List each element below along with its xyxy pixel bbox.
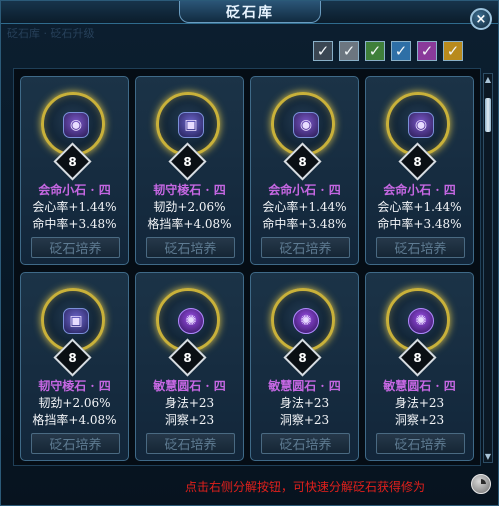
stone-card[interactable]: ✺ 8 敏慧圆石 · 四 身法+23 洞察+23 砭石培养 bbox=[135, 272, 244, 461]
stone-stat-1: 会心率+1.44% bbox=[262, 200, 347, 214]
stone-stat-2: 格挡率+4.08% bbox=[147, 217, 232, 231]
stone-card[interactable]: ◉ 8 会命小石 · 四 会心率+1.44% 命中率+3.48% 砭石培养 bbox=[250, 76, 359, 265]
tree-stone-icon: ✺ bbox=[293, 308, 319, 334]
stone-name: 敏慧圆石 · 四 bbox=[268, 379, 341, 393]
stone-stat-1: 会心率+1.44% bbox=[32, 200, 117, 214]
stone-stat-2: 洞察+23 bbox=[164, 413, 215, 427]
cultivate-button[interactable]: 砭石培养 bbox=[376, 433, 465, 454]
scroll-down-arrow-icon[interactable]: ▼ bbox=[484, 452, 492, 462]
stone-stat-1: 身法+23 bbox=[279, 396, 330, 410]
cultivate-button[interactable]: 砭石培养 bbox=[261, 433, 350, 454]
stone-stat-1: 韧劲+2.06% bbox=[38, 396, 111, 410]
stone-stat-2: 命中率+3.48% bbox=[377, 217, 462, 231]
close-button[interactable]: × bbox=[470, 8, 492, 30]
scroll-up-arrow-icon[interactable]: ▲ bbox=[484, 75, 492, 85]
stone-card[interactable]: ✺ 8 敏慧圆石 · 四 身法+23 洞察+23 砭石培养 bbox=[365, 272, 474, 461]
stone-library-window: 砭石库 砭石库 · 砭石升级 × ✓ ✓ ✓ ✓ ✓ ✓ ◉ 8 会命小石 · … bbox=[0, 0, 499, 506]
quality-filter-group: ✓ ✓ ✓ ✓ ✓ ✓ bbox=[313, 41, 463, 61]
filter-checkbox-blue[interactable]: ✓ bbox=[391, 41, 411, 61]
stone-card[interactable]: ▣ 8 韧守棱石 · 四 韧劲+2.06% 格挡率+4.08% 砭石培养 bbox=[20, 272, 129, 461]
title-plate: 砭石库 bbox=[179, 1, 321, 23]
level-number: 8 bbox=[298, 350, 307, 365]
stone-card[interactable]: ◉ 8 会命小石 · 四 会心率+1.44% 命中率+3.48% 砭石培养 bbox=[20, 76, 129, 265]
stone-name: 韧守棱石 · 四 bbox=[38, 379, 111, 393]
title-bar: 砭石库 bbox=[1, 1, 498, 24]
stone-stat-2: 命中率+3.48% bbox=[262, 217, 347, 231]
cultivate-button[interactable]: 砭石培养 bbox=[376, 237, 465, 258]
filter-checkbox-purple[interactable]: ✓ bbox=[417, 41, 437, 61]
window-title: 砭石库 bbox=[226, 4, 274, 21]
stone-stat-2: 洞察+23 bbox=[394, 413, 445, 427]
stone-card[interactable]: ◉ 8 会命小石 · 四 会心率+1.44% 命中率+3.48% 砭石培养 bbox=[365, 76, 474, 265]
cube-stone-icon: ▣ bbox=[63, 308, 89, 334]
level-number: 8 bbox=[413, 154, 422, 169]
filter-checkbox-grey[interactable]: ✓ bbox=[313, 41, 333, 61]
decompose-button[interactable] bbox=[471, 474, 491, 494]
stone-name: 会命小石 · 四 bbox=[383, 183, 456, 197]
decompose-hint-text: 点击右侧分解按钮，可快速分解砭石获得修为 bbox=[185, 480, 426, 494]
stone-stat-2: 格挡率+4.08% bbox=[32, 413, 117, 427]
level-number: 8 bbox=[68, 350, 77, 365]
stone-name: 会命小石 · 四 bbox=[268, 183, 341, 197]
level-number: 8 bbox=[183, 350, 192, 365]
background-tab-text: 砭石库 · 砭石升级 bbox=[7, 27, 95, 40]
stone-grid-panel: ◉ 8 会命小石 · 四 会心率+1.44% 命中率+3.48% 砭石培养 ▣ … bbox=[13, 68, 481, 466]
stone-stat-2: 命中率+3.48% bbox=[32, 217, 117, 231]
cube-stone-icon: ▣ bbox=[178, 112, 204, 138]
cultivate-button[interactable]: 砭石培养 bbox=[31, 237, 120, 258]
level-number: 8 bbox=[183, 154, 192, 169]
cultivate-button[interactable]: 砭石培养 bbox=[261, 237, 350, 258]
cultivate-button[interactable]: 砭石培养 bbox=[146, 237, 235, 258]
filter-checkbox-gold[interactable]: ✓ bbox=[443, 41, 463, 61]
filter-checkbox-white[interactable]: ✓ bbox=[339, 41, 359, 61]
tree-stone-icon: ✺ bbox=[408, 308, 434, 334]
shield-stone-icon: ◉ bbox=[63, 112, 89, 138]
stone-stat-2: 洞察+23 bbox=[279, 413, 330, 427]
stone-name: 敏慧圆石 · 四 bbox=[383, 379, 456, 393]
shield-stone-icon: ◉ bbox=[408, 112, 434, 138]
level-number: 8 bbox=[68, 154, 77, 169]
filter-checkbox-green[interactable]: ✓ bbox=[365, 41, 385, 61]
level-number: 8 bbox=[413, 350, 422, 365]
stone-name: 敏慧圆石 · 四 bbox=[153, 379, 226, 393]
tree-stone-icon: ✺ bbox=[178, 308, 204, 334]
stone-card[interactable]: ✺ 8 敏慧圆石 · 四 身法+23 洞察+23 砭石培养 bbox=[250, 272, 359, 461]
stone-stat-1: 韧劲+2.06% bbox=[153, 200, 226, 214]
stone-stat-1: 身法+23 bbox=[164, 396, 215, 410]
stone-card[interactable]: ▣ 8 韧守棱石 · 四 韧劲+2.06% 格挡率+4.08% 砭石培养 bbox=[135, 76, 244, 265]
cultivate-button[interactable]: 砭石培养 bbox=[146, 433, 235, 454]
shield-stone-icon: ◉ bbox=[293, 112, 319, 138]
scrollbar-thumb[interactable] bbox=[485, 98, 491, 132]
cultivate-button[interactable]: 砭石培养 bbox=[31, 433, 120, 454]
stone-stat-1: 身法+23 bbox=[394, 396, 445, 410]
stone-name: 韧守棱石 · 四 bbox=[153, 183, 226, 197]
stone-stat-1: 会心率+1.44% bbox=[377, 200, 462, 214]
level-number: 8 bbox=[298, 154, 307, 169]
stone-name: 会命小石 · 四 bbox=[38, 183, 111, 197]
